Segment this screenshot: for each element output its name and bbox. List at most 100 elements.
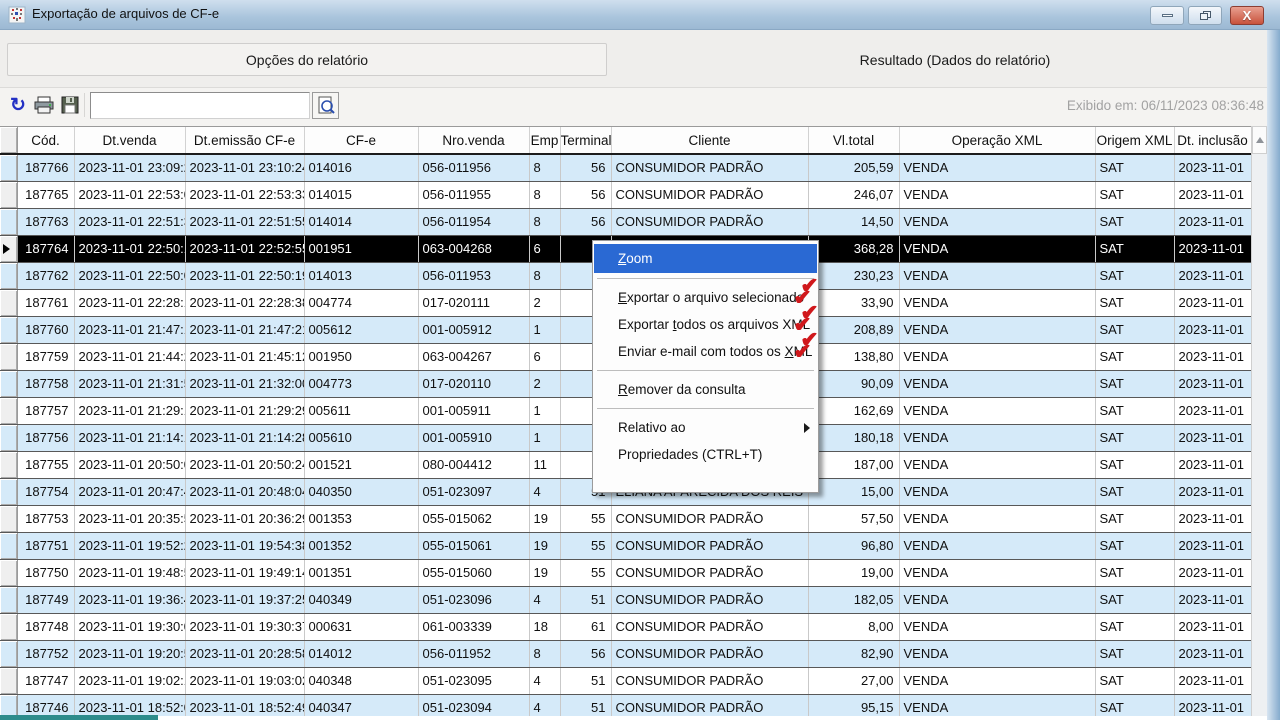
table-cell[interactable]: 8 xyxy=(529,181,560,208)
table-cell[interactable]: 187750 xyxy=(17,559,74,586)
table-cell[interactable]: 056-011955 xyxy=(418,181,529,208)
table-cell[interactable]: 005610 xyxy=(304,424,418,451)
table-cell[interactable]: 2023-11-01 22:50:19 xyxy=(185,262,304,289)
row-gutter[interactable] xyxy=(0,289,17,316)
table-cell[interactable]: 187766 xyxy=(17,154,74,181)
table-cell[interactable]: 2023-11-01 xyxy=(1174,667,1251,694)
table-cell[interactable]: 2023-11-01 21:14:28 xyxy=(185,424,304,451)
table-cell[interactable]: 040349 xyxy=(304,586,418,613)
table-cell[interactable]: 001-005910 xyxy=(418,424,529,451)
table-cell[interactable]: 2023-11-01 20:50:24 xyxy=(185,451,304,478)
table-cell[interactable]: 187749 xyxy=(17,586,74,613)
table-cell[interactable]: 2023-11-01 xyxy=(1174,532,1251,559)
table-cell[interactable]: 056-011954 xyxy=(418,208,529,235)
table-cell[interactable]: 2023-11-01 19:36:43 xyxy=(74,586,185,613)
table-cell[interactable]: 187747 xyxy=(17,667,74,694)
table-cell[interactable]: 187762 xyxy=(17,262,74,289)
row-gutter[interactable] xyxy=(0,208,17,235)
table-cell[interactable]: 187756 xyxy=(17,424,74,451)
table-cell[interactable]: 2023-11-01 20:36:29 xyxy=(185,505,304,532)
table-cell[interactable]: 2023-11-01 xyxy=(1174,235,1251,262)
table-cell[interactable]: VENDA xyxy=(899,532,1095,559)
table-cell[interactable]: 187754 xyxy=(17,478,74,505)
table-cell[interactable]: 2023-11-01 xyxy=(1174,181,1251,208)
table-cell[interactable]: 55 xyxy=(560,532,611,559)
column-header-8[interactable]: Cliente xyxy=(611,127,808,154)
table-cell[interactable]: 1 xyxy=(529,397,560,424)
table-cell[interactable]: SAT xyxy=(1095,181,1174,208)
table-cell[interactable]: 001-005911 xyxy=(418,397,529,424)
table-row[interactable]: 1877522023-11-01 19:20:522023-11-01 20:2… xyxy=(0,640,1251,667)
table-cell[interactable]: 2023-11-01 xyxy=(1174,262,1251,289)
table-cell[interactable]: 1 xyxy=(529,424,560,451)
table-cell[interactable]: 187760 xyxy=(17,316,74,343)
table-cell[interactable]: 2023-11-01 xyxy=(1174,289,1251,316)
table-cell[interactable]: 080-004412 xyxy=(418,451,529,478)
column-header-9[interactable]: Vl.total xyxy=(808,127,899,154)
table-cell[interactable]: 2023-11-01 20:48:04 xyxy=(185,478,304,505)
table-row[interactable]: 1877482023-11-01 19:30:082023-11-01 19:3… xyxy=(0,613,1251,640)
table-cell[interactable]: 90,09 xyxy=(808,370,899,397)
find-button[interactable] xyxy=(312,92,339,119)
menu-item-export-selected[interactable]: Exportar o arquivo selecionado ✔✔ xyxy=(593,284,818,311)
row-gutter[interactable] xyxy=(0,397,17,424)
table-cell[interactable]: SAT xyxy=(1095,451,1174,478)
search-input[interactable] xyxy=(90,92,310,119)
table-cell[interactable]: 2023-11-01 19:54:38 xyxy=(185,532,304,559)
menu-item-zoom[interactable]: Zoom xyxy=(594,244,817,273)
table-cell[interactable]: 187758 xyxy=(17,370,74,397)
table-cell[interactable]: 246,07 xyxy=(808,181,899,208)
table-cell[interactable]: 005611 xyxy=(304,397,418,424)
table-cell[interactable]: 180,18 xyxy=(808,424,899,451)
table-cell[interactable]: 014016 xyxy=(304,154,418,181)
row-gutter[interactable] xyxy=(0,181,17,208)
table-cell[interactable]: 2023-11-01 22:28:38 xyxy=(185,289,304,316)
table-cell[interactable]: 056-011953 xyxy=(418,262,529,289)
table-cell[interactable]: 19 xyxy=(529,559,560,586)
table-cell[interactable]: VENDA xyxy=(899,478,1095,505)
table-cell[interactable]: 55 xyxy=(560,505,611,532)
table-cell[interactable]: 063-004268 xyxy=(418,235,529,262)
row-gutter[interactable] xyxy=(0,343,17,370)
table-cell[interactable]: VENDA xyxy=(899,613,1095,640)
table-cell[interactable]: 2023-11-01 21:47:21 xyxy=(185,316,304,343)
table-row[interactable]: 1877462023-11-01 18:52:072023-11-01 18:5… xyxy=(0,694,1251,716)
table-cell[interactable]: 2023-11-01 xyxy=(1174,694,1251,716)
table-cell[interactable]: 055-015060 xyxy=(418,559,529,586)
table-cell[interactable]: 57,50 xyxy=(808,505,899,532)
table-cell[interactable]: 2023-11-01 22:28:18 xyxy=(74,289,185,316)
table-cell[interactable]: 2023-11-01 19:30:37 xyxy=(185,613,304,640)
table-cell[interactable]: 014013 xyxy=(304,262,418,289)
table-cell[interactable]: CONSUMIDOR PADRÃO xyxy=(611,505,808,532)
table-cell[interactable]: 040348 xyxy=(304,667,418,694)
table-cell[interactable]: 368,28 xyxy=(808,235,899,262)
table-cell[interactable]: 187761 xyxy=(17,289,74,316)
table-cell[interactable]: CONSUMIDOR PADRÃO xyxy=(611,181,808,208)
table-cell[interactable]: 8 xyxy=(529,640,560,667)
menu-item-relative-to[interactable]: Relativo ao xyxy=(593,414,818,441)
table-cell[interactable]: 1 xyxy=(529,316,560,343)
row-gutter[interactable] xyxy=(0,370,17,397)
table-cell[interactable]: 2023-11-01 22:50:01 xyxy=(74,262,185,289)
table-cell[interactable]: 187,00 xyxy=(808,451,899,478)
table-cell[interactable]: CONSUMIDOR PADRÃO xyxy=(611,154,808,181)
table-cell[interactable]: 56 xyxy=(560,640,611,667)
table-cell[interactable]: SAT xyxy=(1095,262,1174,289)
table-cell[interactable]: VENDA xyxy=(899,154,1095,181)
table-cell[interactable]: 051-023095 xyxy=(418,667,529,694)
table-cell[interactable]: 001951 xyxy=(304,235,418,262)
table-cell[interactable]: 4 xyxy=(529,694,560,716)
table-cell[interactable]: 11 xyxy=(529,451,560,478)
table-cell[interactable]: 063-004267 xyxy=(418,343,529,370)
row-gutter[interactable] xyxy=(0,154,17,181)
table-cell[interactable]: SAT xyxy=(1095,289,1174,316)
table-cell[interactable]: 95,15 xyxy=(808,694,899,716)
table-cell[interactable]: 2023-11-01 22:53:33 xyxy=(185,181,304,208)
column-header-5[interactable]: Nro.venda xyxy=(418,127,529,154)
table-cell[interactable]: 182,05 xyxy=(808,586,899,613)
table-cell[interactable]: VENDA xyxy=(899,451,1095,478)
table-cell[interactable]: 51 xyxy=(560,694,611,716)
table-cell[interactable]: 051-023094 xyxy=(418,694,529,716)
table-cell[interactable]: 33,90 xyxy=(808,289,899,316)
table-cell[interactable]: 56 xyxy=(560,208,611,235)
